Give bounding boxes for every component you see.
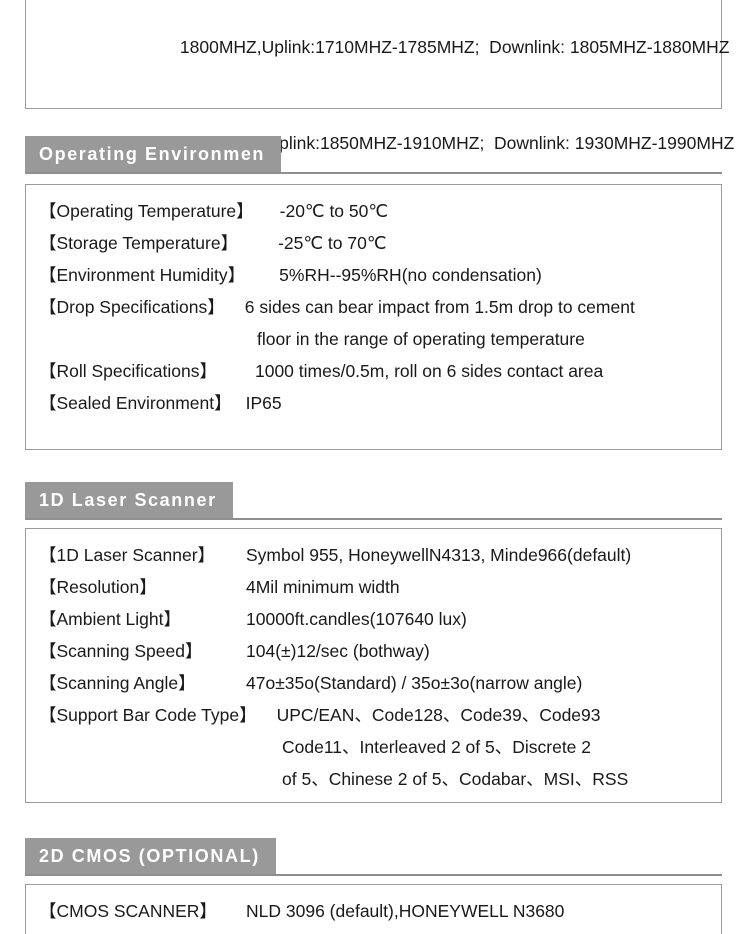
spec-label: 【Scanning Angle】 [39, 673, 196, 693]
frequency-bands-box: 1800MHZ,Uplink:1710MHZ-1785MHZ; Downlink… [25, 0, 734, 217]
spec-value: UPC/EAN、Code128、Code39、Code93 [276, 705, 601, 725]
spec-label: 【Support Bar Code Type】 [39, 705, 257, 725]
section-title-1d-laser-scanner: 1D Laser Scanner [25, 482, 233, 518]
section-rule [25, 518, 722, 520]
section-rule [25, 874, 722, 876]
spec-row: 【Ambient Light】 10000ft.candles(107640 l… [39, 603, 721, 635]
spec-row: 【Drop Specifications】 6 sides can bear i… [39, 291, 721, 323]
section-header-1d-laser-scanner: 1D Laser Scanner [0, 482, 750, 520]
spec-label: 【Scanning Speed】 [39, 641, 203, 661]
spec-label: 【CMOS SCANNER】 [39, 901, 217, 921]
spec-row: 【Sealed Environment】 IP65 [39, 387, 721, 419]
spec-value: 752(level)×480(vertical)pels(grey level) [246, 927, 548, 934]
spec-row: 【Support Bar Code Type】 UPC/EAN、Code128、… [39, 699, 721, 731]
spec-label: 【The Sensor Resolution】 [39, 927, 252, 934]
spec-value: 5%RH--95%RH(no condensation) [279, 265, 542, 285]
spec-label: 【Ambient Light】 [39, 609, 182, 629]
spec-label: 【Operating Temperature】 [39, 201, 254, 221]
spec-value: 4Mil minimum width [246, 577, 400, 597]
spec-value: 47o±35o(Standard) / 35o±3o(narrow angle) [246, 673, 583, 693]
section-header-2d-cmos: 2D CMOS (OPTIONAL) [0, 838, 750, 876]
section-title-2d-cmos: 2D CMOS (OPTIONAL) [25, 838, 276, 874]
2d-cmos-box: 【CMOS SCANNER】 NLD 3096 (default),HONEYW… [25, 884, 722, 934]
spec-value: Symbol 955, HoneywellN4313, Minde966(def… [246, 545, 632, 565]
spec-label: 【Storage Temperature】 [39, 233, 239, 253]
section-rule [25, 172, 722, 174]
spec-value-continuation: Code11、Interleaved 2 of 5、Discrete 2 [282, 737, 592, 757]
spec-row: 【Resolution】 4Mil minimum width [39, 571, 721, 603]
frequency-band-1800: 1800MHZ,Uplink:1710MHZ-1785MHZ; Downlink… [179, 37, 730, 57]
spec-label: 【Resolution】 [39, 577, 157, 597]
spec-row: 【Scanning Speed】 104(±)12/sec (bothway) [39, 635, 721, 667]
spec-label: 【1D Laser Scanner】 [39, 545, 216, 565]
spec-value: 6 sides can bear impact from 1.5m drop t… [244, 297, 635, 317]
spec-value-continuation: floor in the range of operating temperat… [257, 329, 585, 349]
spec-value: -20℃ to 50℃ [279, 201, 389, 221]
spec-row: 【1D Laser Scanner】 Symbol 955, Honeywell… [39, 539, 721, 571]
spec-row: 【Environment Humidity】 5%RH--95%RH(no co… [39, 259, 721, 291]
spec-sheet-page: 1800MHZ,Uplink:1710MHZ-1785MHZ; Downlink… [0, 0, 750, 934]
spec-value: -25℃ to 70℃ [278, 233, 387, 253]
spec-value: 104(±)12/sec (bothway) [246, 641, 430, 661]
operating-environment-box: 【Operating Temperature】 -20℃ to 50℃ 【Sto… [25, 184, 722, 450]
spec-label: 【Environment Humidity】 [39, 265, 246, 285]
frequency-line: 1800MHZ,Uplink:1710MHZ-1785MHZ; Downlink… [26, 0, 730, 95]
spec-label: 【Sealed Environment】 [39, 393, 232, 413]
spec-label: 【Drop Specifications】 [39, 297, 225, 317]
spec-value: 10000ft.candles(107640 lux) [246, 609, 467, 629]
spec-value: 1000 times/0.5m, roll on 6 sides contact… [254, 361, 604, 381]
spec-row: 【Scanning Angle】 47o±35o(Standard) / 35o… [39, 667, 721, 699]
1d-laser-scanner-box: 【1D Laser Scanner】 Symbol 955, Honeywell… [25, 528, 722, 803]
spec-row: 【Roll Specifications】 1000 times/0.5m, r… [39, 355, 721, 387]
spec-value-continuation: of 5、Chinese 2 of 5、Codabar、MSI、RSS [282, 769, 629, 789]
spec-row: 【Operating Temperature】 -20℃ to 50℃ [39, 195, 721, 227]
spec-value: NLD 3096 (default),HONEYWELL N3680 [246, 901, 565, 921]
section-title-operating-environment: Operating Environmen [25, 136, 282, 172]
spec-row: 【The Sensor Resolution】 752(level)×480(v… [39, 927, 721, 934]
spec-row: 【Storage Temperature】 -25℃ to 70℃ [39, 227, 721, 259]
spec-row: 【CMOS SCANNER】 NLD 3096 (default),HONEYW… [39, 895, 721, 927]
section-header-operating-environment: Operating Environmen [0, 136, 750, 174]
spec-value: IP65 [245, 393, 282, 413]
spec-label: 【Roll Specifications】 [39, 361, 217, 381]
